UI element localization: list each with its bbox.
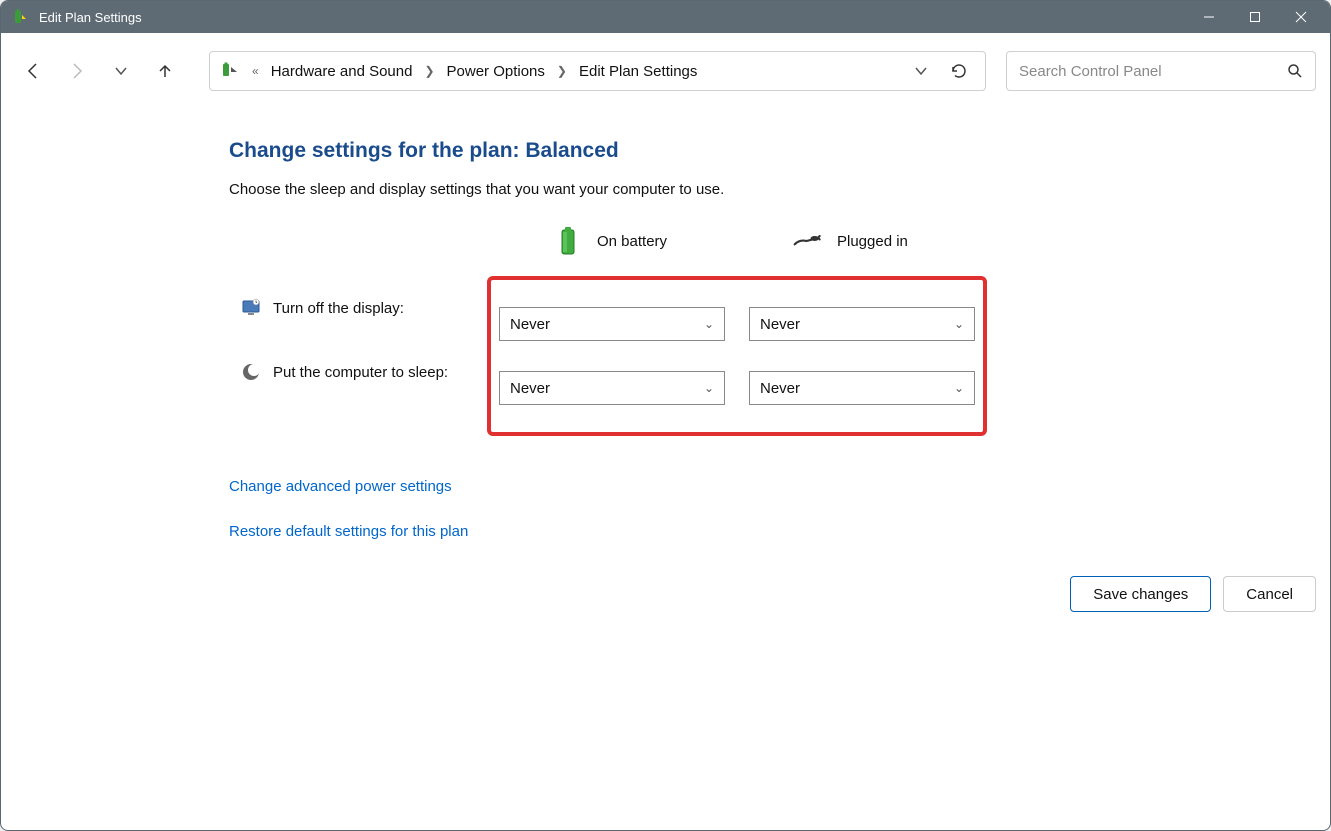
recent-locations-button[interactable]	[103, 53, 139, 89]
breadcrumb: Hardware and Sound ❯ Power Options ❯ Edi…	[265, 59, 704, 84]
save-button[interactable]: Save changes	[1070, 576, 1211, 612]
select-value: Never	[760, 316, 800, 333]
battery-icon	[553, 226, 583, 256]
plug-icon	[793, 226, 823, 256]
search-input[interactable]	[1019, 63, 1287, 80]
forward-button[interactable]	[59, 53, 95, 89]
row-label-sleep: Put the computer to sleep:	[241, 362, 491, 382]
breadcrumb-hardware-sound[interactable]: Hardware and Sound	[265, 59, 419, 84]
settings-highlight-box: Turn off the display: Never ⌄ Never ⌄	[487, 276, 987, 436]
row-label-text: Put the computer to sleep:	[273, 364, 448, 381]
display-battery-select[interactable]: Never ⌄	[499, 307, 725, 341]
page-title: Change settings for the plan: Balanced	[229, 139, 1330, 163]
row-turn-off-display: Turn off the display: Never ⌄ Never ⌄	[499, 292, 975, 356]
chevron-right-icon: ❯	[557, 64, 567, 78]
up-button[interactable]	[147, 53, 183, 89]
chevron-down-icon: ⌄	[954, 381, 964, 395]
footer-buttons: Save changes Cancel	[1070, 576, 1316, 612]
address-bar[interactable]: « Hardware and Sound ❯ Power Options ❯ E…	[209, 51, 986, 91]
chevron-down-icon: ⌄	[704, 381, 714, 395]
window-title: Edit Plan Settings	[39, 10, 1186, 25]
minimize-button[interactable]	[1186, 1, 1232, 33]
toolbar: « Hardware and Sound ❯ Power Options ❯ E…	[1, 33, 1330, 109]
display-plugged-select[interactable]: Never ⌄	[749, 307, 975, 341]
advanced-power-settings-link[interactable]: Change advanced power settings	[229, 478, 1330, 495]
window: Edit Plan Settings	[0, 0, 1331, 831]
row-sleep: Put the computer to sleep: Never ⌄ Never…	[499, 356, 975, 420]
address-history-button[interactable]	[907, 64, 935, 78]
titlebar: Edit Plan Settings	[1, 1, 1330, 33]
column-on-battery: On battery	[553, 226, 793, 256]
refresh-button[interactable]	[941, 62, 977, 80]
column-plugged-in: Plugged in	[793, 226, 1041, 256]
search-icon[interactable]	[1287, 63, 1303, 79]
breadcrumb-overflow-icon[interactable]: «	[252, 64, 259, 78]
monitor-icon	[241, 298, 261, 318]
row-label-display: Turn off the display:	[241, 298, 491, 318]
breadcrumb-power-options[interactable]: Power Options	[441, 59, 551, 84]
power-plan-icon	[11, 8, 29, 26]
column-label-battery: On battery	[597, 233, 667, 250]
chevron-down-icon: ⌄	[704, 317, 714, 331]
links-section: Change advanced power settings Restore d…	[229, 478, 1330, 540]
back-button[interactable]	[15, 53, 51, 89]
control-panel-icon	[218, 59, 242, 83]
close-button[interactable]	[1278, 1, 1324, 33]
window-controls	[1186, 1, 1324, 33]
search-box[interactable]	[1006, 51, 1316, 91]
select-value: Never	[510, 316, 550, 333]
columns-header: On battery Plugged in	[229, 226, 1330, 256]
moon-icon	[241, 362, 261, 382]
page-subtitle: Choose the sleep and display settings th…	[229, 181, 1330, 198]
row-label-text: Turn off the display:	[273, 300, 404, 317]
chevron-down-icon: ⌄	[954, 317, 964, 331]
content-area: Change settings for the plan: Balanced C…	[1, 109, 1330, 830]
select-value: Never	[510, 380, 550, 397]
sleep-battery-select[interactable]: Never ⌄	[499, 371, 725, 405]
select-value: Never	[760, 380, 800, 397]
cancel-button[interactable]: Cancel	[1223, 576, 1316, 612]
chevron-right-icon: ❯	[424, 64, 434, 78]
sleep-plugged-select[interactable]: Never ⌄	[749, 371, 975, 405]
breadcrumb-edit-plan-settings[interactable]: Edit Plan Settings	[573, 59, 703, 84]
restore-defaults-link[interactable]: Restore default settings for this plan	[229, 523, 1330, 540]
maximize-button[interactable]	[1232, 1, 1278, 33]
column-label-plugged: Plugged in	[837, 233, 908, 250]
